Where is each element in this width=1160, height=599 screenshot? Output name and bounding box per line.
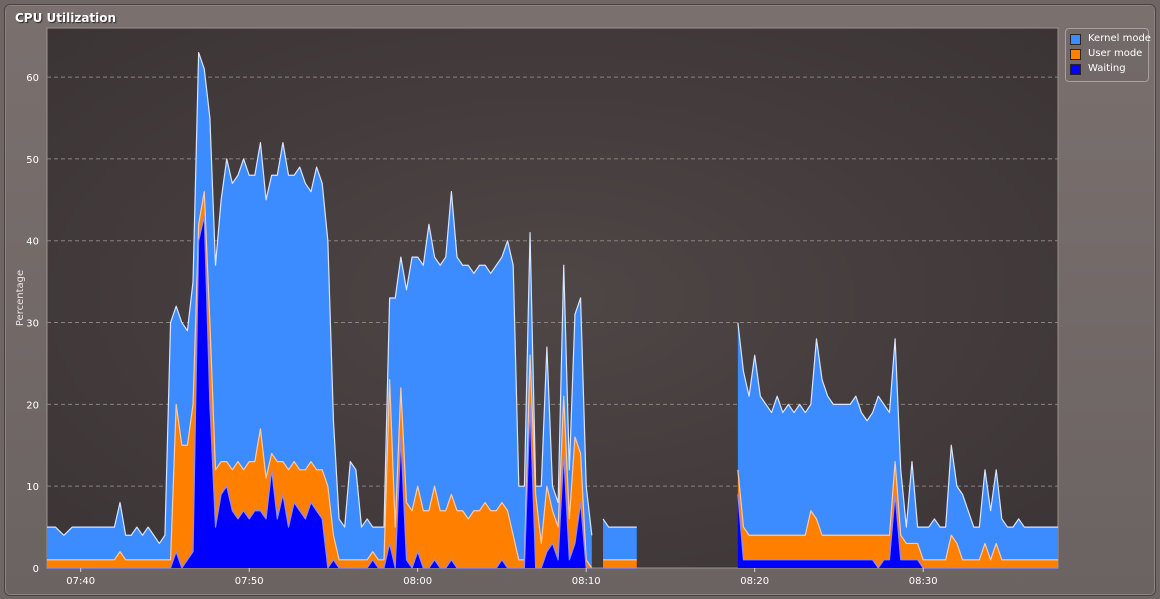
x-axis-ticks: 07:40 07:50 08:00 08:10 08:20 08:30 [66,568,938,587]
legend-label: Kernel mode [1088,33,1151,44]
y-tick-label: 40 [26,237,39,248]
legend: Kernel mode User mode Waiting [1065,28,1151,82]
y-tick-label: 10 [26,482,39,493]
y-axis-ticks: 0 10 20 30 40 50 60 [26,73,39,575]
chart-canvas: 0102030405060 07:40 07:50 08:00 08:10 08:20 0… [15,27,1059,587]
legend-label: Waiting [1088,63,1126,74]
legend-swatch-kernel [1070,34,1081,45]
x-tick-label: 08:00 [403,576,432,587]
y-tick-label: 0 [33,564,39,575]
legend-swatch-user [1070,49,1081,60]
y-tick-label: 50 [26,155,39,166]
x-tick-label: 08:20 [740,576,769,587]
legend-swatch-waiting [1070,64,1081,75]
y-tick-label: 30 [26,319,39,330]
y-axis-label: Percentage [15,270,26,326]
y-tick-label: 20 [26,400,39,411]
x-tick-label: 07:50 [235,576,264,587]
x-tick-label: 08:30 [909,576,938,587]
legend-label: User mode [1088,48,1143,59]
user-mode-area [603,559,637,568]
x-tick-label: 08:10 [572,576,601,587]
x-tick-label: 07:40 [66,576,95,587]
y-tick-label: 60 [26,73,39,84]
